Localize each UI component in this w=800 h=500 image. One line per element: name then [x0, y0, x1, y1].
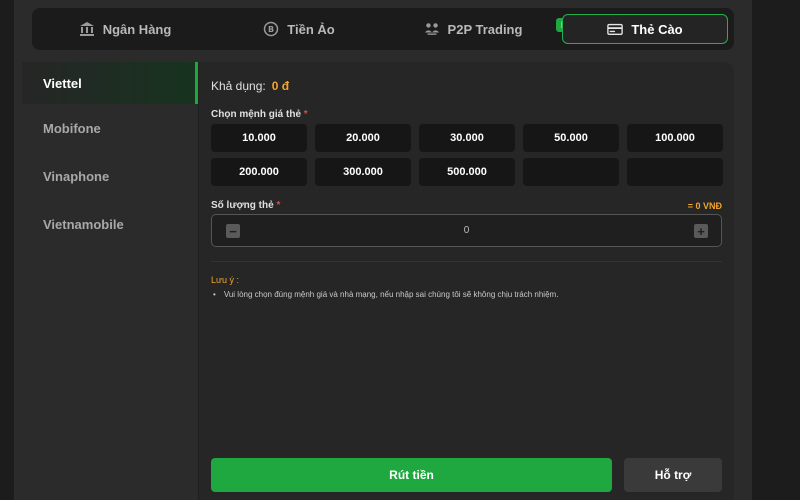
bitcoin-icon: B — [263, 21, 279, 37]
note-item: • Vui lòng chọn đúng mệnh giá và nhà mạn… — [213, 290, 558, 299]
carrier-sidebar: Viettel Mobifone Vinaphone Vietnamobile — [22, 62, 198, 500]
note-text: Vui lòng chọn đúng mệnh giá và nhà mạng,… — [223, 290, 559, 299]
denomination-option-empty — [627, 158, 723, 186]
required-mark: * — [276, 200, 281, 211]
denomination-label: Chọn mệnh giá thẻ * — [211, 109, 308, 120]
denomination-option[interactable]: 300.000 — [315, 158, 411, 186]
tab-label: Tiền Ảo — [287, 21, 335, 37]
note-title: Lưu ý : — [211, 275, 240, 285]
sidebar-item-vinaphone[interactable]: Vinaphone — [22, 152, 198, 200]
bullet: • — [213, 290, 216, 299]
sidebar-item-label: Vinaphone — [43, 168, 110, 184]
withdraw-button[interactable]: Rút tiền — [211, 458, 612, 492]
balance-value: 0 đ — [271, 79, 290, 93]
sidebar-item-label: Mobifone — [43, 120, 101, 136]
tab-label: P2P Trading — [447, 21, 523, 37]
required-mark: * — [303, 109, 308, 120]
denomination-option[interactable]: 30.000 — [419, 124, 515, 152]
total-amount: = 0 VNĐ — [687, 201, 722, 211]
sidebar-item-vietnamobile[interactable]: Vietnamobile — [22, 200, 198, 248]
sidebar-item-label: Viettel — [43, 75, 82, 91]
sidebar-item-label: Vietnamobile — [43, 216, 124, 232]
tab-the-cao[interactable]: Thẻ Cào — [562, 14, 728, 44]
people-icon — [424, 21, 440, 37]
tab-bar: Ngân Hàng B Tiền Ảo P2P Trading NEW Thẻ … — [32, 8, 734, 50]
denomination-option[interactable]: 50.000 — [523, 124, 619, 152]
denomination-option-empty — [523, 158, 619, 186]
denomination-option[interactable]: 500.000 — [419, 158, 515, 186]
bank-icon — [79, 21, 95, 37]
quantity-label: Số lượng thẻ * — [211, 200, 281, 211]
quantity-input[interactable]: 0 — [212, 225, 721, 236]
sidebar-item-mobifone[interactable]: Mobifone — [22, 104, 198, 152]
balance-display: Khả dụng: 0 đ — [211, 79, 289, 93]
svg-text:B: B — [268, 25, 274, 34]
denomination-option[interactable]: 20.000 — [315, 124, 411, 152]
support-button[interactable]: Hỗ trợ — [624, 458, 722, 492]
denomination-option[interactable]: 10.000 — [211, 124, 307, 152]
tab-label: Thẻ Cào — [631, 21, 683, 37]
tab-ngan-hang[interactable]: Ngân Hàng — [42, 14, 208, 44]
tab-label: Ngân Hàng — [102, 21, 172, 37]
tab-tien-ao[interactable]: B Tiền Ảo — [216, 14, 382, 44]
denomination-option[interactable]: 200.000 — [211, 158, 307, 186]
denomination-option[interactable]: 100.000 — [627, 124, 723, 152]
quantity-stepper: − 0 + — [211, 214, 722, 247]
sidebar-item-viettel[interactable]: Viettel — [22, 62, 198, 104]
denomination-grid: 10.000 20.000 30.000 50.000 100.000 200.… — [211, 124, 723, 186]
card-withdraw-panel: Khả dụng: 0 đ Chọn mệnh giá thẻ * 10.000 … — [198, 62, 734, 500]
balance-label: Khả dụng: — [211, 79, 266, 93]
tab-p2p-trading[interactable]: P2P Trading — [390, 14, 556, 44]
divider — [211, 261, 722, 262]
plus-icon[interactable]: + — [694, 224, 708, 238]
card-icon — [607, 21, 624, 37]
